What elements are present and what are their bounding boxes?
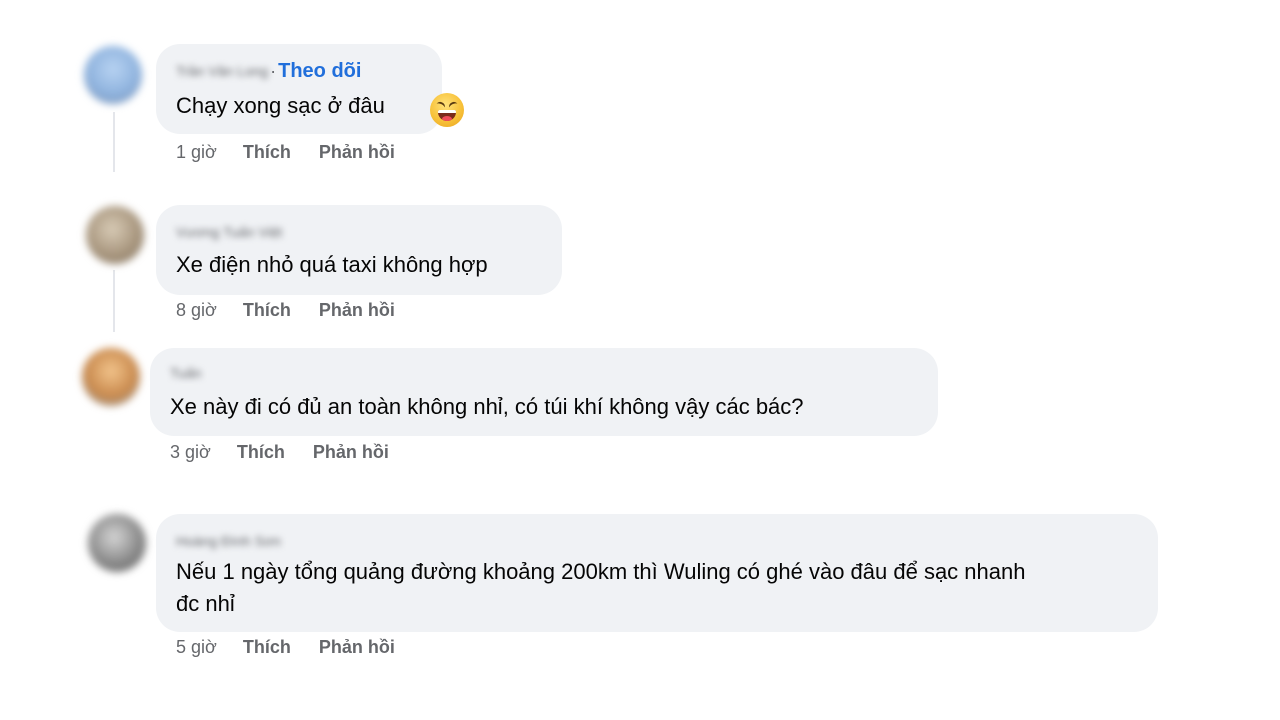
comment-text: Xe điện nhỏ quá taxi không hợp [176,252,488,277]
comment-actions: 1 giờ Thích Phản hồi [176,142,395,163]
thread-line [113,270,115,332]
avatar[interactable] [84,46,142,104]
author-row: Hoàng Đình Sơn [176,530,281,552]
comment-text-line: đc nhỉ [176,591,235,616]
comment-bubble: Trần Văn Long · Theo dõi Chạy xong sạc ở… [156,44,442,134]
avatar[interactable] [86,206,144,264]
comment-text: Chạy xong sạc ở đâu [176,93,385,118]
thread-line [113,112,115,172]
author-row: Trần Văn Long · Theo dõi [176,60,361,82]
author-row: Tuấn [170,362,201,384]
comment-time[interactable]: 5 giờ [176,637,217,658]
reply-button[interactable]: Phản hồi [319,142,395,163]
author-name[interactable]: Trần Văn Long [176,63,268,79]
comment-time[interactable]: 8 giờ [176,300,217,321]
separator-dot: · [270,60,277,81]
author-name[interactable]: Vương Tuấn Việt [176,224,282,240]
author-name[interactable]: Tuấn [170,365,201,381]
laughing-emoji-icon [430,93,464,127]
avatar[interactable] [82,348,140,406]
like-button[interactable]: Thích [243,300,291,321]
like-button[interactable]: Thích [243,637,291,658]
avatar[interactable] [88,514,146,572]
reply-button[interactable]: Phản hồi [319,637,395,658]
comment-actions: 3 giờ Thích Phản hồi [170,442,389,463]
comment-text-line: Nếu 1 ngày tổng quảng đường khoảng 200km… [176,559,1026,584]
comment-actions: 5 giờ Thích Phản hồi [176,637,395,658]
comment-bubble: Vương Tuấn Việt Xe điện nhỏ quá taxi khô… [156,205,562,295]
comment-time[interactable]: 1 giờ [176,142,217,163]
comment-text: Xe này đi có đủ an toàn không nhỉ, có tú… [170,394,804,419]
author-row: Vương Tuấn Việt [176,221,282,243]
reply-button[interactable]: Phản hồi [319,300,395,321]
follow-button[interactable]: Theo dõi [278,60,361,83]
reply-button[interactable]: Phản hồi [313,442,389,463]
author-name[interactable]: Hoàng Đình Sơn [176,533,281,549]
comment-bubble: Tuấn Xe này đi có đủ an toàn không nhỉ, … [150,348,938,436]
like-button[interactable]: Thích [243,142,291,163]
comment-time[interactable]: 3 giờ [170,442,211,463]
comment-bubble: Hoàng Đình Sơn Nếu 1 ngày tổng quảng đườ… [156,514,1158,632]
like-button[interactable]: Thích [237,442,285,463]
comment-actions: 8 giờ Thích Phản hồi [176,300,395,321]
